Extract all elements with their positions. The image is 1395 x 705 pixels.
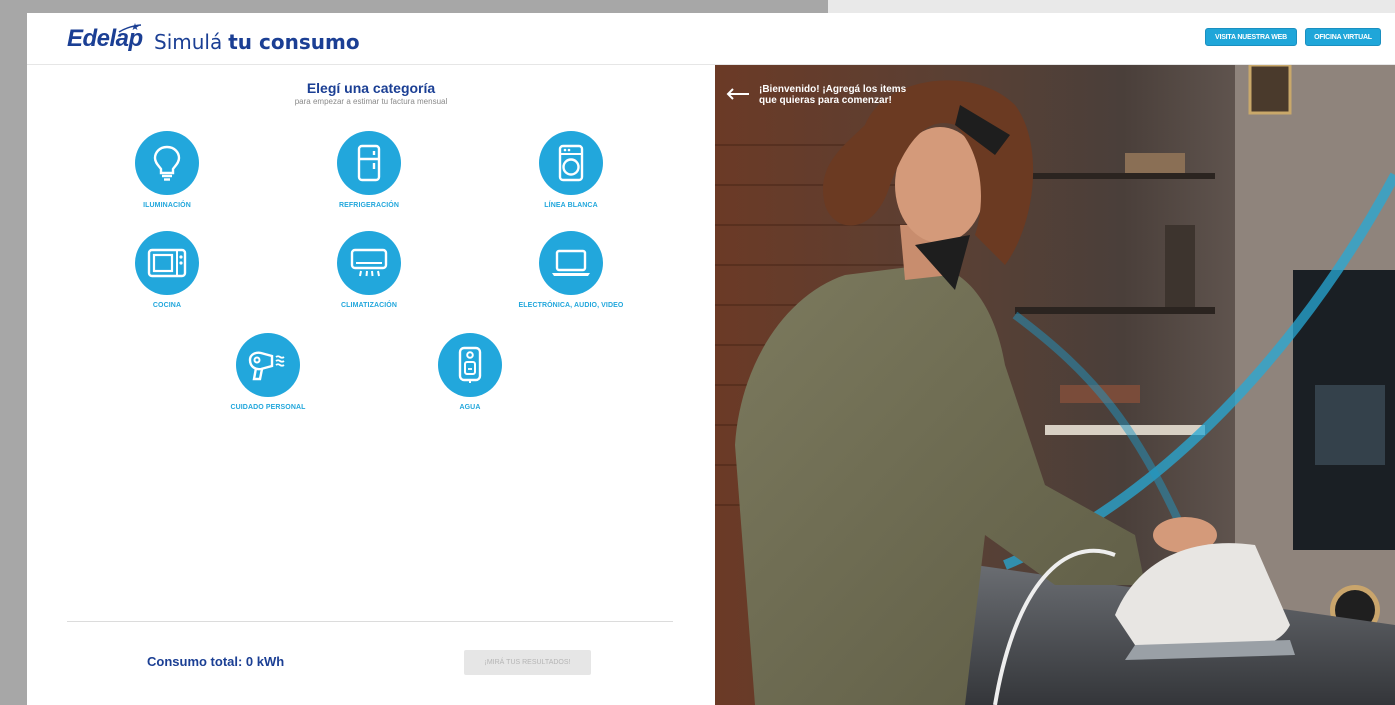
lightbulb-icon [153, 145, 181, 181]
category-label: CLIMATIZACIÓN [341, 302, 397, 309]
see-results-button[interactable]: ¡MIRÁ TUS RESULTADOS! [464, 650, 591, 675]
laptop-icon [552, 249, 590, 276]
category-refrigeracion-circle[interactable] [337, 131, 401, 195]
hero-photo-illustration [715, 65, 1395, 705]
category-heading: Elegí una categoría [306, 80, 436, 96]
category-electronica[interactable]: ELECTRÓNICA, AUDIO, VIDEO [481, 231, 661, 309]
category-linea-blanca-circle[interactable] [539, 131, 603, 195]
category-label: COCINA [152, 302, 182, 309]
category-electronica-circle[interactable] [539, 231, 603, 295]
category-label: ILUMINACIÓN [143, 202, 191, 209]
category-label: LÍNEA BLANCA [544, 202, 598, 209]
total-consumption: Consumo total: 0 kWh [147, 654, 285, 669]
water-heater-icon [458, 346, 482, 383]
washing-machine-icon [558, 144, 584, 182]
welcome-line-1: ¡Bienvenido! ¡Agregá los items [759, 84, 907, 95]
category-refrigeracion[interactable]: REFRIGERACIÓN [279, 131, 459, 209]
category-climatizacion[interactable]: CLIMATIZACIÓN [279, 231, 459, 309]
hero-photo: ¡Bienvenido! ¡Agregá los items que quier… [715, 65, 1395, 705]
category-panel: Elegí una categoría para empezar a estim… [27, 65, 715, 705]
microwave-icon [147, 248, 187, 278]
fridge-icon [357, 144, 381, 182]
footer-divider [67, 621, 673, 622]
welcome-line-2: que quieras para comenzar! [759, 95, 892, 106]
header: Edelap Simulá tu consumo VISITA NUESTRA W… [27, 13, 1395, 65]
simulator-frame: Edelap Simulá tu consumo VISITA NUESTRA W… [27, 13, 1395, 705]
category-agua-circle[interactable] [438, 333, 502, 397]
back-arrow-icon[interactable] [725, 87, 751, 101]
category-agua[interactable]: AGUA [380, 333, 560, 411]
air-conditioner-icon [350, 248, 388, 277]
window-top-strip [828, 0, 1395, 14]
category-iluminacion[interactable]: ILUMINACIÓN [77, 131, 257, 209]
category-label: ELECTRÓNICA, AUDIO, VIDEO [518, 302, 624, 309]
category-climatizacion-circle[interactable] [337, 231, 401, 295]
visit-web-button[interactable]: VISITA NUESTRA WEB [1205, 28, 1297, 46]
logo-star-icon [118, 23, 142, 33]
category-linea-blanca[interactable]: LÍNEA BLANCA [481, 131, 661, 209]
hairdryer-icon [248, 351, 285, 381]
category-label: CUIDADO PERSONAL [230, 404, 306, 411]
category-cuidado-personal-circle[interactable] [236, 333, 300, 397]
page-title: Simulá tu consumo [154, 30, 360, 54]
virtual-office-button[interactable]: OFICINA VIRTUAL [1305, 28, 1381, 46]
title-bold: tu consumo [228, 30, 360, 54]
category-label: REFRIGERACIÓN [338, 202, 400, 209]
category-label: AGUA [459, 404, 481, 411]
category-cocina[interactable]: COCINA [77, 231, 257, 309]
title-light: Simulá [154, 30, 223, 54]
welcome-message: ¡Bienvenido! ¡Agregá los items que quier… [759, 84, 959, 106]
category-cocina-circle[interactable] [135, 231, 199, 295]
category-subheading: para empezar a estimar tu factura mensua… [294, 97, 448, 106]
category-cuidado-personal[interactable]: CUIDADO PERSONAL [178, 333, 358, 411]
category-iluminacion-circle[interactable] [135, 131, 199, 195]
